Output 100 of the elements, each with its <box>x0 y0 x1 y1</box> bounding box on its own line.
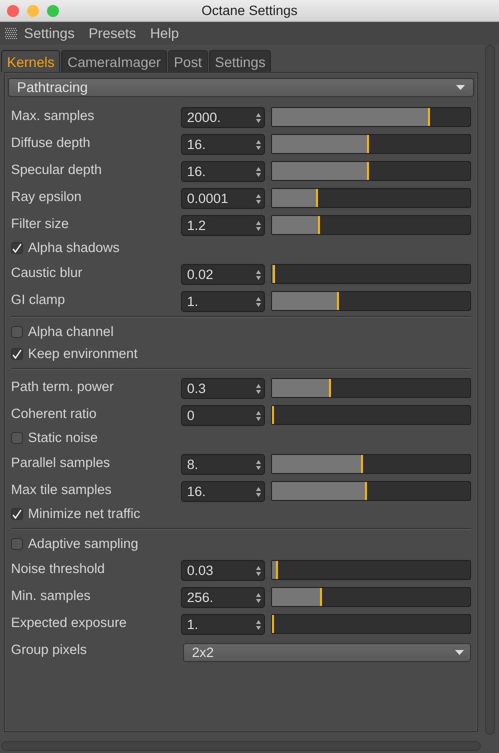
slider-track[interactable] <box>271 454 471 474</box>
slider-track[interactable] <box>271 404 471 425</box>
tab[interactable]: Kernels <box>1 50 60 72</box>
slider-track[interactable] <box>271 160 471 181</box>
slider-track[interactable] <box>271 586 471 607</box>
menu-item[interactable]: Settings <box>17 23 82 44</box>
spinner-icon[interactable] <box>256 166 261 177</box>
spinner-icon[interactable] <box>256 140 261 150</box>
slider-track[interactable] <box>271 378 471 398</box>
field-value: 2000. <box>187 108 221 127</box>
slider-fill[interactable] <box>272 482 368 500</box>
number-field[interactable]: 0.3 <box>181 378 265 400</box>
param-label: Filter size <box>11 214 70 233</box>
checkbox-label: Minimize net traffic <box>28 505 140 524</box>
slider-fill[interactable] <box>272 560 278 579</box>
number-field[interactable]: 16. <box>181 481 265 502</box>
spinner-icon[interactable] <box>256 460 261 470</box>
spinner-icon[interactable] <box>256 620 261 630</box>
field-value: 16. <box>187 482 206 501</box>
param-label: Coherent ratio <box>11 404 98 423</box>
slider-track[interactable] <box>271 480 471 501</box>
tab[interactable]: Post <box>168 50 208 72</box>
slider-track[interactable] <box>271 106 471 127</box>
slider-fill[interactable] <box>272 162 370 180</box>
slider-fill[interactable] <box>272 378 332 397</box>
checkbox-label: Alpha shadows <box>28 239 120 258</box>
slider-track[interactable] <box>271 614 471 634</box>
slider-fill[interactable] <box>272 188 318 207</box>
slider-fill[interactable] <box>272 588 322 606</box>
number-field[interactable]: 1.2 <box>181 215 265 236</box>
spinner-icon[interactable] <box>256 220 261 231</box>
slider-track[interactable] <box>271 290 471 311</box>
slider-track[interactable] <box>271 264 471 284</box>
checkbox-label: Static noise <box>28 429 98 448</box>
number-field[interactable]: 2000. <box>181 107 265 128</box>
slider-fill[interactable] <box>272 108 430 126</box>
spinner-icon[interactable] <box>256 486 261 497</box>
number-field[interactable]: 0.02 <box>181 264 265 286</box>
param-label: Path term. power <box>11 378 115 396</box>
kernel-dropdown[interactable]: Pathtracing <box>8 78 474 97</box>
spinner-icon[interactable] <box>256 592 261 603</box>
number-field[interactable]: 1. <box>181 614 265 636</box>
spinner-icon[interactable] <box>256 384 261 394</box>
number-field[interactable]: 8. <box>181 454 265 476</box>
menu-item[interactable]: Presets <box>82 23 144 44</box>
spinner-icon[interactable] <box>256 410 261 421</box>
tab[interactable]: CameraImager <box>61 50 167 72</box>
field-value: 8. <box>187 456 198 474</box>
field-value: 1.2 <box>187 216 206 235</box>
number-field[interactable]: 0.03 <box>181 560 265 582</box>
slider-track[interactable] <box>271 134 471 154</box>
checkbox[interactable] <box>11 326 23 338</box>
field-value: 256. <box>187 588 214 607</box>
number-field[interactable]: 0 <box>181 405 265 426</box>
param-label: Max tile samples <box>11 480 113 499</box>
spinner-icon[interactable] <box>256 194 261 204</box>
field-value: 0.3 <box>187 380 206 398</box>
param-label: Specular depth <box>11 160 103 179</box>
spinner-icon[interactable] <box>256 296 261 307</box>
field-value: 0 <box>187 406 195 425</box>
number-field[interactable]: 16. <box>181 134 265 156</box>
param-label: Max. samples <box>11 106 96 125</box>
checkbox[interactable] <box>11 348 23 360</box>
number-field[interactable]: 16. <box>181 161 265 182</box>
checkbox-label: Alpha channel <box>28 323 114 342</box>
param-label: Min. samples <box>11 586 92 605</box>
spinner-icon[interactable] <box>256 112 261 123</box>
slider-fill[interactable] <box>272 134 370 153</box>
checkbox[interactable] <box>11 538 23 550</box>
slider-fill[interactable] <box>272 216 320 234</box>
param-label: Diffuse depth <box>11 134 92 152</box>
param-label: Expected exposure <box>11 614 128 632</box>
slider-track[interactable] <box>271 188 471 208</box>
field-value: 16. <box>187 136 206 154</box>
slider-fill[interactable] <box>272 264 275 283</box>
checkbox[interactable] <box>11 432 23 444</box>
spinner-icon[interactable] <box>256 270 261 280</box>
slider-fill[interactable] <box>272 292 340 310</box>
field-value: 1. <box>187 292 198 311</box>
number-field[interactable]: 1. <box>181 291 265 312</box>
tab[interactable]: Settings <box>208 50 272 72</box>
param-label: Noise threshold <box>11 560 106 578</box>
group-pixels-dropdown[interactable]: 2x2 <box>183 643 471 662</box>
slider-track[interactable] <box>271 214 471 235</box>
checkbox[interactable] <box>11 508 23 520</box>
number-field[interactable]: 0.0001 <box>181 188 265 210</box>
slider-fill[interactable] <box>272 454 364 473</box>
checkbox[interactable] <box>11 242 23 254</box>
param-label: Ray epsilon <box>11 188 83 206</box>
param-label: Group pixels <box>11 640 88 659</box>
caret-icon <box>456 85 465 90</box>
spinner-icon[interactable] <box>256 566 261 576</box>
field-value: 0.03 <box>187 562 214 580</box>
window-title: Octane Settings <box>201 3 298 18</box>
checkbox-label: Adaptive sampling <box>28 535 138 554</box>
menu-item[interactable]: Help <box>143 23 186 44</box>
field-value: 16. <box>187 162 206 181</box>
number-field[interactable]: 256. <box>181 587 265 608</box>
slider-track[interactable] <box>271 560 471 580</box>
checkbox-label: Keep environment <box>28 345 138 364</box>
